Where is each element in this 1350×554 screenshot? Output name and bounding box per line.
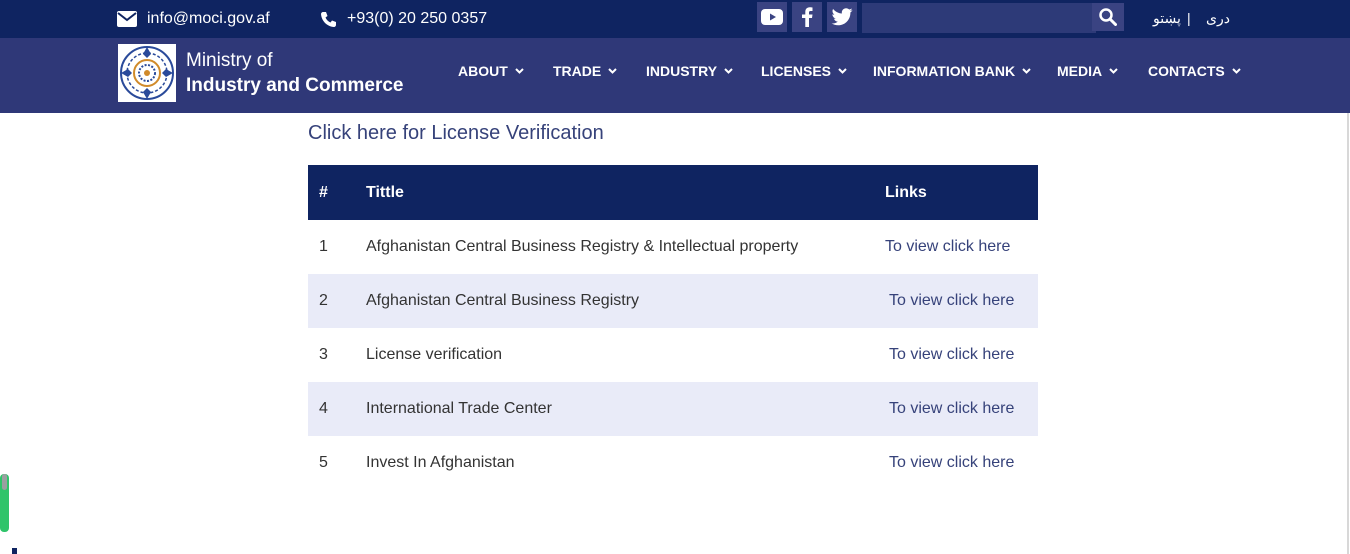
chevron-down-icon [724, 68, 733, 74]
lang-separator: | [1187, 10, 1191, 26]
table-row: 1 Afghanistan Central Business Registry … [308, 220, 1038, 274]
chevron-down-icon [838, 68, 847, 74]
nav-trade-label: TRADE [553, 63, 602, 79]
license-verification-link[interactable]: Click here for License Verification [308, 122, 604, 145]
nav-media[interactable]: MEDIA [1057, 63, 1118, 79]
row-number: 3 [319, 346, 328, 363]
chevron-down-icon [1109, 68, 1118, 74]
page-scrollbar[interactable] [1347, 113, 1349, 554]
table-row: 3 License verification To view click her… [308, 328, 1038, 382]
links-table: # Tittle Links 1 Afghanistan Central Bus… [308, 165, 1038, 490]
nav-contacts-label: CONTACTS [1148, 63, 1225, 79]
row-title: International Trade Center [366, 400, 552, 417]
chevron-down-icon [608, 68, 617, 74]
ministry-logo[interactable] [118, 44, 176, 102]
facebook-icon [802, 7, 813, 27]
nav-industry[interactable]: INDUSTRY [646, 63, 733, 79]
nav-information-bank-label: INFORMATION BANK [873, 63, 1016, 79]
corner-marker [12, 548, 17, 554]
table-header-row: # Tittle Links [308, 165, 1038, 220]
nav-about-label: ABOUT [458, 63, 508, 79]
row-view-link[interactable]: To view click here [889, 400, 1014, 417]
row-view-link[interactable]: To view click here [885, 238, 1010, 255]
row-view-link[interactable]: To view click here [889, 454, 1014, 471]
side-widget-handle [2, 474, 7, 490]
youtube-button[interactable] [757, 2, 787, 32]
emblem-icon [120, 46, 174, 100]
nav-trade[interactable]: TRADE [553, 63, 617, 79]
nav-licenses-label: LICENSES [761, 63, 832, 79]
table-row: 5 Invest In Afghanistan To view click he… [308, 436, 1038, 490]
lang-dari[interactable]: دری [1206, 0, 1230, 36]
table-row: 2 Afghanistan Central Business Registry … [308, 274, 1038, 328]
nav-information-bank[interactable]: INFORMATION BANK [873, 63, 1031, 79]
nav-media-label: MEDIA [1057, 63, 1103, 79]
phone-text: +93(0) 20 250 0357 [347, 10, 488, 27]
row-title: Invest In Afghanistan [366, 454, 515, 471]
brand-line-1[interactable]: Ministry of [186, 50, 273, 72]
row-title: License verification [366, 346, 503, 363]
header-number: # [319, 183, 328, 201]
main-navbar: Ministry of Industry and Commerce ABOUT … [0, 38, 1350, 113]
header-links: Links [885, 183, 927, 201]
envelope-icon [117, 11, 137, 27]
chevron-down-icon [1022, 68, 1031, 74]
row-view-link[interactable]: To view click here [889, 346, 1014, 363]
email-contact[interactable]: info@moci.gov.af [117, 0, 270, 38]
search-icon [1099, 8, 1117, 26]
chevron-down-icon [1232, 68, 1241, 74]
row-number: 2 [319, 292, 328, 309]
search-input[interactable] [862, 3, 1096, 33]
top-bar: info@moci.gov.af +93(0) 20 250 0357 پښتو… [0, 0, 1350, 38]
row-title: Afghanistan Central Business Registry [366, 292, 640, 309]
twitter-button[interactable] [827, 2, 857, 32]
row-number: 5 [319, 454, 328, 471]
youtube-icon [761, 9, 783, 25]
nav-licenses[interactable]: LICENSES [761, 63, 847, 79]
row-view-link[interactable]: To view click here [889, 292, 1014, 309]
row-number: 1 [319, 238, 328, 255]
nav-industry-label: INDUSTRY [646, 63, 718, 79]
facebook-button[interactable] [792, 2, 822, 32]
phone-contact[interactable]: +93(0) 20 250 0357 [320, 0, 487, 38]
nav-about[interactable]: ABOUT [458, 63, 524, 79]
search-button[interactable] [1092, 3, 1124, 31]
row-title: Afghanistan Central Business Registry & … [366, 238, 799, 255]
email-text: info@moci.gov.af [147, 10, 270, 27]
twitter-icon [831, 8, 853, 26]
phone-icon [321, 11, 336, 27]
row-number: 4 [319, 400, 328, 417]
brand-line-2[interactable]: Industry and Commerce [186, 75, 404, 97]
header-title: Tittle [366, 183, 404, 201]
chevron-down-icon [515, 68, 524, 74]
nav-contacts[interactable]: CONTACTS [1148, 63, 1241, 79]
table-row: 4 International Trade Center To view cli… [308, 382, 1038, 436]
lang-pashto[interactable]: پښتو [1153, 0, 1181, 36]
